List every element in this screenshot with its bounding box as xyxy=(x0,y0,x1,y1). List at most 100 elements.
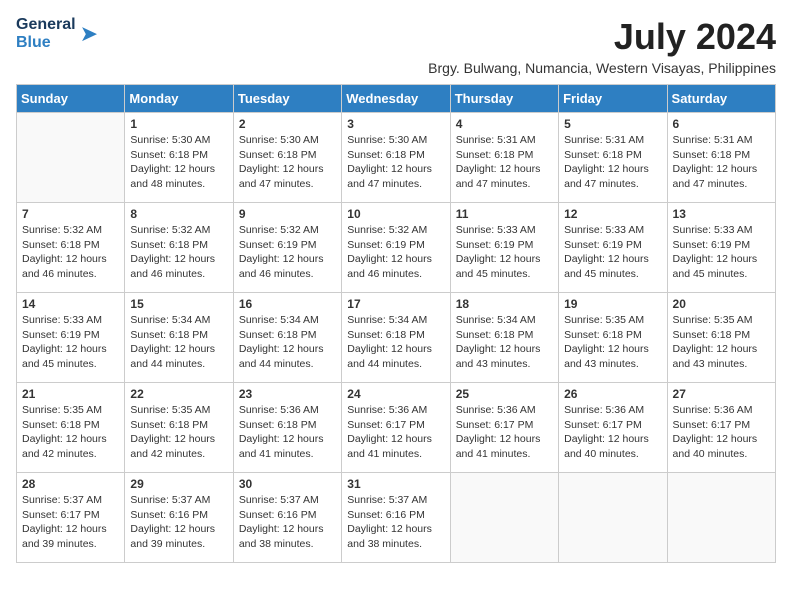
day-number: 5 xyxy=(564,117,661,131)
daylight-text: Daylight: 12 hours and 43 minutes. xyxy=(673,343,758,370)
day-of-week-header: Tuesday xyxy=(233,85,341,113)
day-of-week-header: Saturday xyxy=(667,85,775,113)
sunrise-text: Sunrise: 5:37 AM xyxy=(239,494,319,506)
daylight-text: Daylight: 12 hours and 48 minutes. xyxy=(130,163,215,190)
calendar-cell: 19 Sunrise: 5:35 AM Sunset: 6:18 PM Dayl… xyxy=(559,293,667,383)
daylight-text: Daylight: 12 hours and 46 minutes. xyxy=(239,253,324,280)
calendar-cell: 2 Sunrise: 5:30 AM Sunset: 6:18 PM Dayli… xyxy=(233,113,341,203)
sunrise-text: Sunrise: 5:36 AM xyxy=(456,404,536,416)
day-number: 18 xyxy=(456,297,553,311)
calendar-week-row: 7 Sunrise: 5:32 AM Sunset: 6:18 PM Dayli… xyxy=(17,203,776,293)
day-number: 22 xyxy=(130,387,227,401)
sunset-text: Sunset: 6:18 PM xyxy=(130,149,208,161)
sunset-text: Sunset: 6:16 PM xyxy=(347,509,425,521)
calendar-cell: 25 Sunrise: 5:36 AM Sunset: 6:17 PM Dayl… xyxy=(450,383,558,473)
sunrise-text: Sunrise: 5:32 AM xyxy=(130,224,210,236)
cell-info: Sunrise: 5:35 AM Sunset: 6:18 PM Dayligh… xyxy=(130,403,227,462)
day-number: 7 xyxy=(22,207,119,221)
calendar-cell: 12 Sunrise: 5:33 AM Sunset: 6:19 PM Dayl… xyxy=(559,203,667,293)
daylight-text: Daylight: 12 hours and 45 minutes. xyxy=(22,343,107,370)
calendar-cell: 31 Sunrise: 5:37 AM Sunset: 6:16 PM Dayl… xyxy=(342,473,450,563)
day-number: 24 xyxy=(347,387,444,401)
day-number: 20 xyxy=(673,297,770,311)
calendar-week-row: 14 Sunrise: 5:33 AM Sunset: 6:19 PM Dayl… xyxy=(17,293,776,383)
day-number: 27 xyxy=(673,387,770,401)
calendar-cell xyxy=(17,113,125,203)
daylight-text: Daylight: 12 hours and 41 minutes. xyxy=(456,433,541,460)
cell-info: Sunrise: 5:34 AM Sunset: 6:18 PM Dayligh… xyxy=(239,313,336,372)
cell-info: Sunrise: 5:36 AM Sunset: 6:18 PM Dayligh… xyxy=(239,403,336,462)
calendar-cell: 4 Sunrise: 5:31 AM Sunset: 6:18 PM Dayli… xyxy=(450,113,558,203)
sunset-text: Sunset: 6:19 PM xyxy=(564,239,642,251)
calendar-cell: 29 Sunrise: 5:37 AM Sunset: 6:16 PM Dayl… xyxy=(125,473,233,563)
calendar-week-row: 28 Sunrise: 5:37 AM Sunset: 6:17 PM Dayl… xyxy=(17,473,776,563)
calendar-cell: 24 Sunrise: 5:36 AM Sunset: 6:17 PM Dayl… xyxy=(342,383,450,473)
daylight-text: Daylight: 12 hours and 44 minutes. xyxy=(239,343,324,370)
cell-info: Sunrise: 5:36 AM Sunset: 6:17 PM Dayligh… xyxy=(673,403,770,462)
calendar-cell: 6 Sunrise: 5:31 AM Sunset: 6:18 PM Dayli… xyxy=(667,113,775,203)
calendar-week-row: 21 Sunrise: 5:35 AM Sunset: 6:18 PM Dayl… xyxy=(17,383,776,473)
calendar-cell: 1 Sunrise: 5:30 AM Sunset: 6:18 PM Dayli… xyxy=(125,113,233,203)
day-number: 26 xyxy=(564,387,661,401)
logo-bird-icon: ➤ xyxy=(80,21,98,47)
cell-info: Sunrise: 5:31 AM Sunset: 6:18 PM Dayligh… xyxy=(456,133,553,192)
sunrise-text: Sunrise: 5:32 AM xyxy=(347,224,427,236)
calendar-cell: 30 Sunrise: 5:37 AM Sunset: 6:16 PM Dayl… xyxy=(233,473,341,563)
day-number: 17 xyxy=(347,297,444,311)
calendar-cell: 13 Sunrise: 5:33 AM Sunset: 6:19 PM Dayl… xyxy=(667,203,775,293)
calendar-cell: 21 Sunrise: 5:35 AM Sunset: 6:18 PM Dayl… xyxy=(17,383,125,473)
day-number: 8 xyxy=(130,207,227,221)
day-number: 3 xyxy=(347,117,444,131)
day-number: 29 xyxy=(130,477,227,491)
daylight-text: Daylight: 12 hours and 41 minutes. xyxy=(239,433,324,460)
day-number: 31 xyxy=(347,477,444,491)
sunset-text: Sunset: 6:18 PM xyxy=(130,419,208,431)
sunrise-text: Sunrise: 5:36 AM xyxy=(239,404,319,416)
sunrise-text: Sunrise: 5:33 AM xyxy=(22,314,102,326)
sunset-text: Sunset: 6:19 PM xyxy=(22,329,100,341)
day-number: 11 xyxy=(456,207,553,221)
sunset-text: Sunset: 6:17 PM xyxy=(347,419,425,431)
calendar-cell xyxy=(559,473,667,563)
sunset-text: Sunset: 6:18 PM xyxy=(130,239,208,251)
sunset-text: Sunset: 6:18 PM xyxy=(564,149,642,161)
sunrise-text: Sunrise: 5:32 AM xyxy=(22,224,102,236)
calendar-cell xyxy=(667,473,775,563)
calendar-cell: 20 Sunrise: 5:35 AM Sunset: 6:18 PM Dayl… xyxy=(667,293,775,383)
sunrise-text: Sunrise: 5:34 AM xyxy=(239,314,319,326)
sunset-text: Sunset: 6:16 PM xyxy=(130,509,208,521)
sunrise-text: Sunrise: 5:31 AM xyxy=(564,134,644,146)
daylight-text: Daylight: 12 hours and 40 minutes. xyxy=(564,433,649,460)
cell-info: Sunrise: 5:37 AM Sunset: 6:16 PM Dayligh… xyxy=(130,493,227,552)
sunrise-text: Sunrise: 5:34 AM xyxy=(347,314,427,326)
cell-info: Sunrise: 5:30 AM Sunset: 6:18 PM Dayligh… xyxy=(239,133,336,192)
calendar-cell: 22 Sunrise: 5:35 AM Sunset: 6:18 PM Dayl… xyxy=(125,383,233,473)
cell-info: Sunrise: 5:32 AM Sunset: 6:18 PM Dayligh… xyxy=(22,223,119,282)
sunrise-text: Sunrise: 5:33 AM xyxy=(564,224,644,236)
daylight-text: Daylight: 12 hours and 42 minutes. xyxy=(22,433,107,460)
calendar-cell: 18 Sunrise: 5:34 AM Sunset: 6:18 PM Dayl… xyxy=(450,293,558,383)
daylight-text: Daylight: 12 hours and 44 minutes. xyxy=(347,343,432,370)
sunset-text: Sunset: 6:17 PM xyxy=(673,419,751,431)
calendar-cell: 10 Sunrise: 5:32 AM Sunset: 6:19 PM Dayl… xyxy=(342,203,450,293)
month-year-title: July 2024 xyxy=(428,16,776,58)
location-subtitle: Brgy. Bulwang, Numancia, Western Visayas… xyxy=(428,60,776,76)
sunrise-text: Sunrise: 5:31 AM xyxy=(673,134,753,146)
cell-info: Sunrise: 5:32 AM Sunset: 6:18 PM Dayligh… xyxy=(130,223,227,282)
daylight-text: Daylight: 12 hours and 39 minutes. xyxy=(130,523,215,550)
cell-info: Sunrise: 5:34 AM Sunset: 6:18 PM Dayligh… xyxy=(347,313,444,372)
calendar-cell: 11 Sunrise: 5:33 AM Sunset: 6:19 PM Dayl… xyxy=(450,203,558,293)
day-of-week-header: Friday xyxy=(559,85,667,113)
cell-info: Sunrise: 5:33 AM Sunset: 6:19 PM Dayligh… xyxy=(564,223,661,282)
daylight-text: Daylight: 12 hours and 46 minutes. xyxy=(130,253,215,280)
daylight-text: Daylight: 12 hours and 40 minutes. xyxy=(673,433,758,460)
sunset-text: Sunset: 6:17 PM xyxy=(564,419,642,431)
sunset-text: Sunset: 6:18 PM xyxy=(22,419,100,431)
cell-info: Sunrise: 5:37 AM Sunset: 6:17 PM Dayligh… xyxy=(22,493,119,552)
sunrise-text: Sunrise: 5:35 AM xyxy=(564,314,644,326)
daylight-text: Daylight: 12 hours and 41 minutes. xyxy=(347,433,432,460)
calendar-table: SundayMondayTuesdayWednesdayThursdayFrid… xyxy=(16,84,776,563)
day-number: 9 xyxy=(239,207,336,221)
calendar-cell: 23 Sunrise: 5:36 AM Sunset: 6:18 PM Dayl… xyxy=(233,383,341,473)
sunset-text: Sunset: 6:17 PM xyxy=(22,509,100,521)
